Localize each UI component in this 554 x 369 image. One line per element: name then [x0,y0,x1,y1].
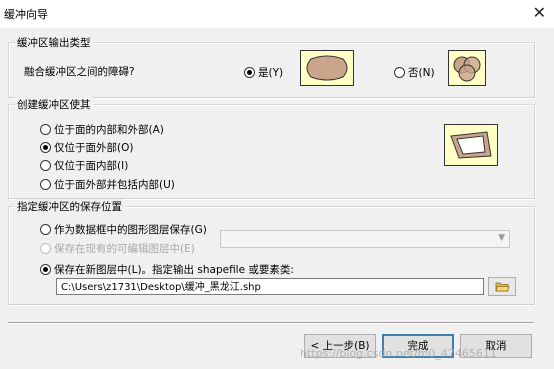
radio-inside-outside[interactable] [40,124,51,135]
option-save-graphics-layer-label: 作为数据框中的图形图层保存(G) [54,224,207,236]
option-outside-include-inside-label: 位于面外部并包括内部(U) [54,179,175,191]
option-save-graphics-layer[interactable]: 作为数据框中的图形图层保存(G) [40,222,207,237]
option-inside-outside[interactable]: 位于面的内部和外部(A) [40,122,164,137]
dissolve-yes-radio[interactable]: 是(Y) [244,65,283,80]
existing-layer-dropdown: ▼ [220,230,510,248]
browse-folder-button[interactable] [488,277,516,296]
radio-save-new-layer[interactable] [40,264,51,275]
save-location-legend: 指定缓冲区的保存位置 [15,199,124,214]
radio-yes-indicator[interactable] [244,67,255,78]
option-outside-only[interactable]: 仅位于面外部(O) [40,140,133,155]
radio-no-indicator[interactable] [394,67,405,78]
option-inside-only-label: 仅位于面内部(I) [54,160,129,172]
radio-outside-include-inside[interactable] [40,179,51,190]
dissolved-buffers-illustration [300,50,354,86]
radio-inside-only[interactable] [40,160,51,171]
polygon-buffer-icon [450,131,492,159]
dissolve-no-radio[interactable]: 否(N) [394,65,435,80]
option-save-new-layer[interactable]: 保存在新图层中(L)。指定输出 shapefile 或要素类: [40,262,294,277]
output-type-legend: 缓冲区输出类型 [15,35,93,50]
chevron-down-icon: ▼ [498,233,505,243]
footer-separator [8,322,534,324]
output-path-input[interactable]: C:\Users\z1731\Desktop\缓冲_黑龙江.shp [56,278,484,295]
radio-save-graphics-layer[interactable] [40,224,51,235]
title-bar: 缓冲向导 ✕ [0,0,554,28]
dialog-body: 缓冲区输出类型 融合缓冲区之间的障碍? 是(Y) 否(N) 创建缓冲区使其 位于… [0,28,554,369]
overlapping-buffers-icon [453,56,481,82]
folder-open-icon [495,282,510,292]
dissolve-question: 融合缓冲区之间的障碍? [24,66,135,78]
option-save-new-layer-label: 保存在新图层中(L)。指定输出 shapefile 或要素类: [54,264,294,276]
buffer-side-legend: 创建缓冲区使其 [15,97,93,112]
option-inside-only[interactable]: 仅位于面内部(I) [40,158,128,173]
option-save-existing-layer-label: 保存在现有的可编辑图层中(E) [54,243,195,255]
overlapping-buffers-illustration [448,50,486,86]
dissolved-buffers-icon [306,55,348,81]
option-save-existing-layer: 保存在现有的可编辑图层中(E) [40,241,195,256]
option-outside-include-inside[interactable]: 位于面外部并包括内部(U) [40,177,175,192]
dissolve-yes-label: 是(Y) [258,67,284,79]
option-inside-outside-label: 位于面的内部和外部(A) [54,124,164,136]
watermark: https://blog.csdn.net/m0_47465611 [300,347,497,360]
dissolve-no-label: 否(N) [408,67,435,79]
radio-outside-only[interactable] [40,142,51,153]
window-title: 缓冲向导 [4,8,48,21]
radio-save-existing-layer [40,243,51,254]
option-outside-only-label: 仅位于面外部(O) [54,142,134,154]
close-icon[interactable]: ✕ [533,3,546,22]
outside-buffer-illustration [444,124,498,166]
